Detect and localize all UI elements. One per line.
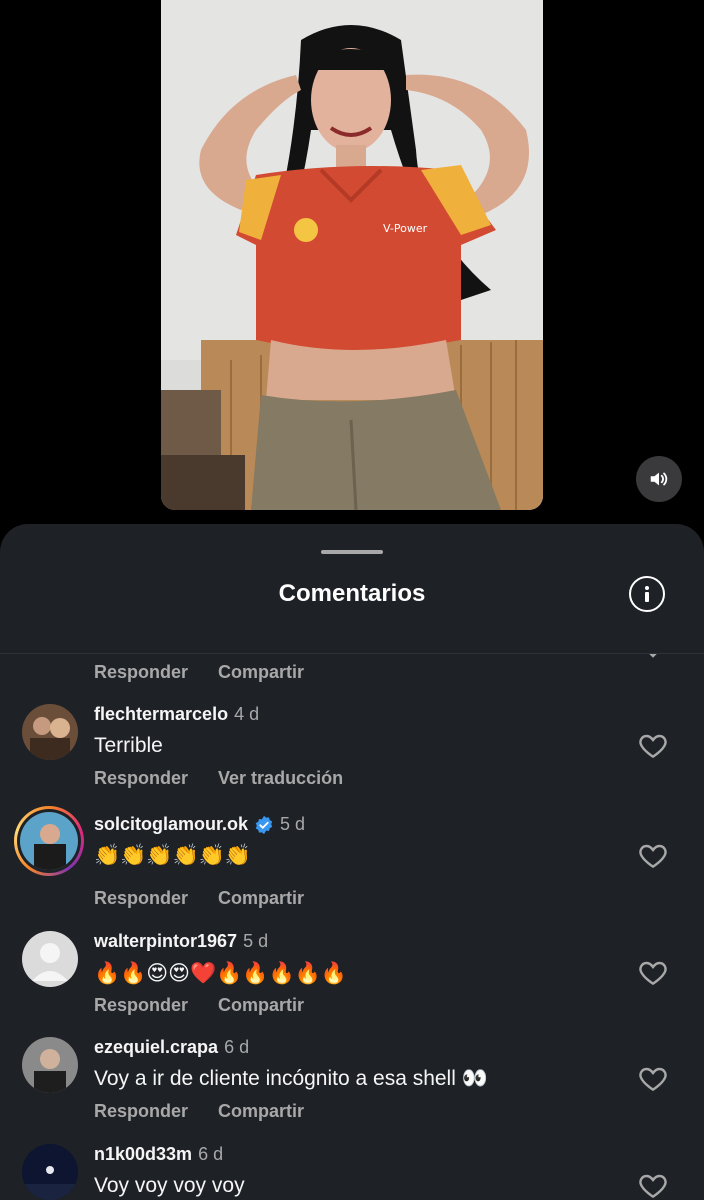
share-button[interactable]: Compartir xyxy=(218,662,304,683)
comment-username[interactable]: solcitoglamour.ok xyxy=(94,814,248,835)
info-circle-icon xyxy=(645,586,649,602)
share-button[interactable]: Compartir xyxy=(218,995,304,1016)
sound-toggle-button[interactable] xyxy=(636,456,682,502)
avatar-story-ring[interactable] xyxy=(14,806,84,876)
drag-handle[interactable] xyxy=(321,550,383,554)
heart-icon[interactable] xyxy=(637,1170,669,1200)
share-button[interactable]: Compartir xyxy=(218,888,304,909)
comment-text: 🔥🔥😍😍❤️🔥🔥🔥🔥🔥 xyxy=(94,962,347,985)
comment-text: Voy a ir de cliente incógnito a esa shel… xyxy=(94,1067,488,1090)
comments-sheet: Comentarios Responder Compartir flechter… xyxy=(0,524,704,1200)
heart-icon[interactable] xyxy=(637,840,669,872)
reply-button[interactable]: Responder xyxy=(94,662,188,683)
comment-text: Terrible xyxy=(94,734,163,757)
comments-list[interactable]: Responder Compartir flechtermarcelo 4 d … xyxy=(0,654,704,1200)
verified-badge-icon xyxy=(255,815,273,834)
avatar[interactable] xyxy=(22,1037,78,1093)
reply-button[interactable]: Responder xyxy=(94,768,188,789)
sheet-title: Comentarios xyxy=(278,580,426,607)
heart-icon[interactable] xyxy=(637,1063,669,1095)
speaker-icon xyxy=(650,472,668,486)
comment-text: 👏👏👏👏👏👏 xyxy=(94,844,251,867)
heart-icon[interactable] xyxy=(637,730,669,762)
comment-time: 5 d xyxy=(280,814,306,834)
comment-time: 4 d xyxy=(234,704,260,724)
reply-button[interactable]: Responder xyxy=(94,888,188,909)
comment-time: 6 d xyxy=(224,1037,250,1057)
chevron-down-icon[interactable] xyxy=(640,654,666,666)
comment-time: 5 d xyxy=(243,931,269,951)
comment-username[interactable]: ezequiel.crapa xyxy=(94,1037,218,1058)
reply-button[interactable]: Responder xyxy=(94,1101,188,1122)
avatar[interactable] xyxy=(22,1144,78,1200)
comment-partial: Responder Compartir xyxy=(0,654,704,698)
avatar-default[interactable] xyxy=(22,931,78,987)
see-translation-button[interactable]: Ver traducción xyxy=(218,768,343,789)
comment-username[interactable]: n1k00d33m xyxy=(94,1144,192,1165)
share-button[interactable]: Compartir xyxy=(218,1101,304,1122)
info-button[interactable] xyxy=(629,576,665,612)
comment-username[interactable]: walterpintor1967 xyxy=(94,931,237,952)
comment-time: 6 d xyxy=(198,1144,224,1164)
svg-text:V-Power: V-Power xyxy=(383,222,428,235)
comment-username[interactable]: flechtermarcelo xyxy=(94,704,228,725)
comment-text: Voy voy voy voy xyxy=(94,1174,245,1197)
heart-icon[interactable] xyxy=(637,957,669,989)
video-frame: V-Power xyxy=(161,0,543,510)
video-player[interactable]: V-Power xyxy=(161,0,543,510)
reply-button[interactable]: Responder xyxy=(94,995,188,1016)
avatar[interactable] xyxy=(22,704,78,760)
